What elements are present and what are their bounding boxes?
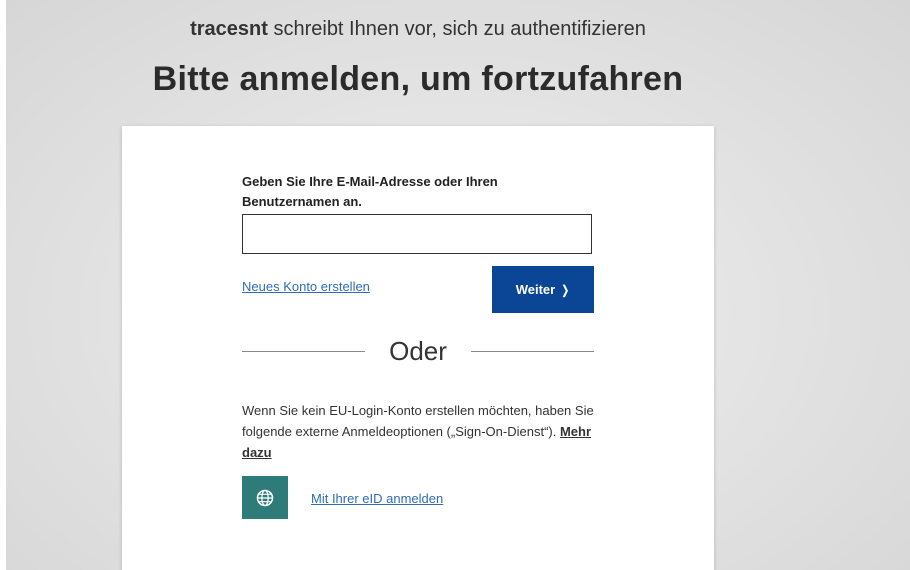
external-login-text: Wenn Sie kein EU-Login-Konto erstellen m… xyxy=(242,403,594,439)
external-login-description: Wenn Sie kein EU-Login-Konto erstellen m… xyxy=(242,400,594,463)
login-card: Geben Sie Ihre E-Mail-Adresse oder Ihren… xyxy=(122,126,714,570)
subtitle-text: schreibt Ihnen vor, sich zu authentifizi… xyxy=(267,18,646,40)
chevron-right-icon: ❭ xyxy=(560,282,571,297)
username-input[interactable] xyxy=(242,214,592,254)
eid-login-icon-button[interactable] xyxy=(242,476,288,519)
or-divider: Oder xyxy=(242,334,594,368)
next-button[interactable]: Weiter ❭ xyxy=(492,266,594,313)
divider-line-left xyxy=(242,350,366,352)
globe-icon xyxy=(256,489,274,506)
divider-line-right xyxy=(470,350,594,352)
page-title: Bitte anmelden, um fortzufahren xyxy=(152,60,684,98)
next-button-label: Weiter xyxy=(515,282,556,297)
or-divider-label: Oder xyxy=(389,335,447,366)
create-account-link[interactable]: Neues Konto erstellen xyxy=(242,279,370,294)
eid-login-link[interactable]: Mit Ihrer eID anmelden xyxy=(311,491,443,506)
app-name: tracesnt xyxy=(190,18,268,40)
auth-request-subtitle: tracesnt schreibt Ihnen vor, sich zu aut… xyxy=(0,18,836,41)
username-field-label: Geben Sie Ihre E-Mail-Adresse oder Ihren… xyxy=(242,174,498,209)
